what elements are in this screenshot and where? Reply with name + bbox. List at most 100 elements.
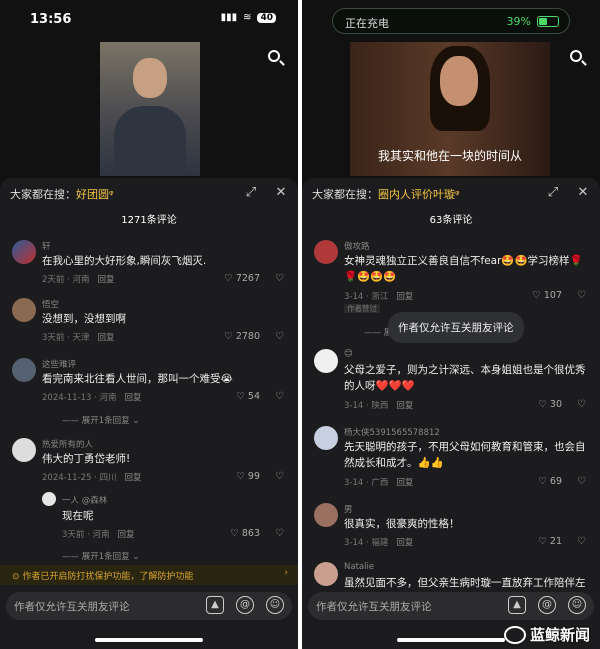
reply-button[interactable]: 回复 bbox=[396, 538, 413, 548]
comment-author[interactable]: 傲攻路 bbox=[344, 240, 370, 252]
protection-notice[interactable]: ⊙ 作者已开启防打扰保护功能，了解防护功能 › bbox=[0, 565, 298, 585]
image-icon[interactable]: ▲ bbox=[206, 596, 224, 614]
search-icon[interactable] bbox=[266, 48, 286, 68]
dislike-icon[interactable]: ♡ bbox=[577, 536, 586, 547]
like-button[interactable]: ♡ 69 bbox=[538, 476, 562, 487]
dislike-icon[interactable]: ♡ bbox=[275, 273, 284, 284]
expand-replies[interactable]: —— 展开1条回复 ⌄ bbox=[62, 550, 139, 562]
trending-keyword[interactable]: 圈内人评价叶璇 bbox=[378, 188, 455, 201]
comment-meta: 3-14 · 广西 回复 bbox=[344, 476, 413, 488]
avatar[interactable] bbox=[12, 358, 36, 382]
avatar[interactable] bbox=[314, 562, 338, 586]
reply-button[interactable]: 回复 bbox=[396, 478, 413, 488]
comment-time: 3-14 · 福建 bbox=[344, 538, 389, 548]
avatar[interactable] bbox=[314, 426, 338, 450]
like-count: 7267 bbox=[235, 273, 260, 284]
comment-meta: 3-14 · 福建 回复 bbox=[344, 536, 413, 548]
expand-replies-label: 展开1条回复 bbox=[81, 416, 130, 426]
comment-author[interactable]: Natalie bbox=[344, 562, 374, 572]
image-icon[interactable]: ▲ bbox=[508, 596, 526, 614]
sheet-actions: ⤢ ✕ bbox=[544, 184, 592, 202]
like-count: 30 bbox=[549, 399, 562, 410]
home-indicator[interactable] bbox=[397, 638, 505, 642]
home-indicator[interactable] bbox=[95, 638, 203, 642]
avatar[interactable] bbox=[12, 438, 36, 462]
at-mention-icon[interactable]: @ bbox=[538, 596, 556, 614]
avatar[interactable] bbox=[314, 503, 338, 527]
battery-icon bbox=[537, 16, 559, 27]
like-button[interactable]: ♡ 99 bbox=[236, 471, 260, 482]
warning-icon: ⊙ bbox=[12, 572, 23, 582]
comment-author[interactable]: 轩 bbox=[42, 240, 51, 252]
like-button[interactable]: ♡ 107 bbox=[532, 290, 562, 301]
expand-icon[interactable]: ⤢ bbox=[544, 184, 562, 202]
expand-replies[interactable]: —— 展开1条回复 ⌄ bbox=[62, 414, 139, 426]
comment-author[interactable]: 😊 bbox=[344, 349, 353, 359]
reply-button[interactable]: 回复 bbox=[125, 473, 142, 483]
trending-search[interactable]: 大家都在搜：圈内人评价叶璇ᵠ bbox=[312, 186, 460, 202]
comment-author[interactable]: 杨大侠5391565578812 bbox=[344, 426, 440, 438]
avatar[interactable] bbox=[12, 298, 36, 322]
close-icon[interactable]: ✕ bbox=[574, 184, 592, 202]
reply-avatar[interactable] bbox=[42, 492, 56, 506]
expand-icon[interactable]: ⤢ bbox=[242, 184, 260, 202]
reply-button[interactable]: 回复 bbox=[98, 333, 115, 343]
like-count: 69 bbox=[549, 476, 562, 487]
emoji-icon[interactable]: ☺ bbox=[568, 596, 586, 614]
avatar[interactable] bbox=[314, 349, 338, 373]
like-button[interactable]: ♡ 2780 bbox=[224, 331, 260, 342]
reply-time: 3天前 · 河南 bbox=[62, 530, 110, 540]
comment-count: 1271条评论 bbox=[121, 215, 177, 226]
avatar[interactable] bbox=[12, 240, 36, 264]
comment-text: 伟大的丁勇岱老师! bbox=[42, 453, 131, 465]
dislike-icon[interactable]: ♡ bbox=[275, 331, 284, 342]
comment-input-placeholder: 作者仅允许互关朋友评论 bbox=[316, 601, 432, 613]
reply-text: 现在呢 bbox=[62, 510, 94, 522]
reply-button[interactable]: 回复 bbox=[396, 401, 413, 411]
dislike-icon[interactable]: ♡ bbox=[577, 399, 586, 410]
author-liked-tag: 作者赞过 bbox=[344, 303, 380, 314]
comment-author[interactable]: 男 bbox=[344, 503, 353, 515]
reply-button[interactable]: 回复 bbox=[396, 292, 413, 302]
comment-time: 2024-11-25 · 四川 bbox=[42, 473, 117, 483]
dislike-icon[interactable]: ♡ bbox=[577, 476, 586, 487]
chevron-right-icon: › bbox=[284, 568, 288, 578]
like-button[interactable]: ♡ 21 bbox=[538, 536, 562, 547]
reply-button[interactable]: 回复 bbox=[98, 275, 115, 285]
search-icon[interactable] bbox=[568, 48, 588, 68]
trending-keyword[interactable]: 好团圆 bbox=[76, 188, 109, 201]
dislike-icon[interactable]: ♡ bbox=[275, 391, 284, 402]
reply-author[interactable]: 一人 @森林 bbox=[62, 494, 107, 506]
reply-button[interactable]: 回复 bbox=[125, 393, 142, 403]
right-phone-screen: 正在充电 39% 我其实和他在一块的时间从 大家都在搜：圈内人评价叶璇ᵠ ⤢ ✕… bbox=[302, 0, 600, 649]
like-button[interactable]: ♡ 7267 bbox=[224, 273, 260, 284]
dislike-icon[interactable]: ♡ bbox=[577, 290, 586, 301]
comment-author[interactable]: 热爱所有的人 bbox=[42, 438, 93, 450]
like-button[interactable]: ♡ 30 bbox=[538, 399, 562, 410]
charging-percent: 39% bbox=[506, 15, 531, 28]
signal-icon: ▮▮▮ bbox=[220, 12, 238, 23]
comment-text: 虽然见面不多，但父亲生病时璇一直放弃工作陪伴左右 bbox=[344, 577, 586, 589]
video-thumbnail[interactable]: 我其实和他在一块的时间从 bbox=[350, 42, 550, 176]
emoji-icon[interactable]: ☺ bbox=[266, 596, 284, 614]
dislike-icon[interactable]: ♡ bbox=[275, 528, 284, 539]
comment-input[interactable]: 作者仅允许互关朋友评论 ▲ @ ☺ bbox=[308, 592, 594, 620]
video-figure-suit bbox=[114, 106, 186, 176]
trending-search[interactable]: 大家都在搜：好团圆ᵠ bbox=[10, 186, 114, 202]
video-thumbnail[interactable] bbox=[100, 42, 200, 176]
comment-meta: 2024-11-25 · 四川 回复 bbox=[42, 471, 142, 483]
close-icon[interactable]: ✕ bbox=[272, 184, 290, 202]
comment-input[interactable]: 作者仅允许互关朋友评论 ▲ @ ☺ bbox=[6, 592, 292, 620]
dislike-icon[interactable]: ♡ bbox=[275, 471, 284, 482]
comment-item: Natalie 虽然见面不多，但父亲生病时璇一直放弃工作陪伴左右 bbox=[302, 562, 600, 592]
avatar[interactable] bbox=[314, 240, 338, 264]
comment-author[interactable]: 悟空 bbox=[42, 298, 59, 310]
like-button[interactable]: ♡ 863 bbox=[230, 528, 260, 539]
like-count: 21 bbox=[549, 536, 562, 547]
like-button[interactable]: ♡ 54 bbox=[236, 391, 260, 402]
comment-sheet: 大家都在搜：好团圆ᵠ ⤢ ✕ 1271条评论 轩 在我心里的大好形象,瞬间灰飞烟… bbox=[0, 178, 298, 649]
reply-button[interactable]: 回复 bbox=[118, 530, 135, 540]
comment-author[interactable]: 这些难评 bbox=[42, 358, 76, 370]
at-mention-icon[interactable]: @ bbox=[236, 596, 254, 614]
status-time: 13:56 bbox=[30, 12, 72, 27]
